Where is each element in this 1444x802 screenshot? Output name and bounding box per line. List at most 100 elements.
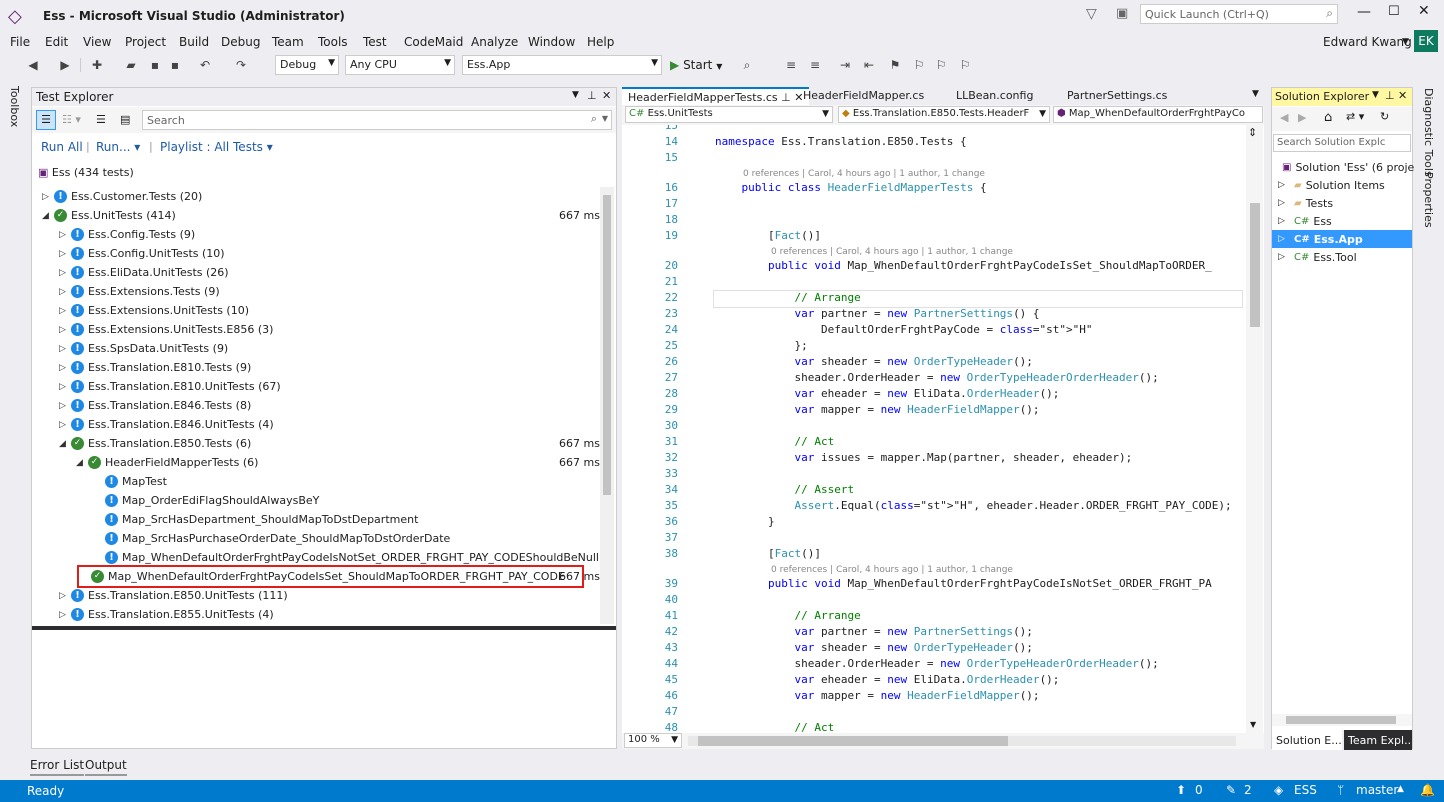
collapsed-arrow-icon[interactable]: ▷: [59, 610, 71, 620]
nav-class-select[interactable]: ◆ Ess.Translation.E850.Tests.HeaderF ▼: [838, 106, 1050, 123]
collapsed-arrow-icon[interactable]: ▷: [1272, 180, 1290, 190]
test-tree-scrollbar[interactable]: [600, 187, 614, 624]
collapsed-arrow-icon[interactable]: ▷: [1272, 216, 1290, 226]
code-line[interactable]: 36 }: [622, 515, 1247, 531]
code-line[interactable]: 28 var eheader = new EliData.OrderHeader…: [622, 387, 1247, 403]
code-line[interactable]: 39 public void Map_WhenDefaultOrderFrght…: [622, 577, 1247, 593]
uncomment-icon[interactable]: ≡: [806, 56, 824, 74]
test-case-row[interactable]: ! Map_WhenDefaultOrderFrghtPayCodeIsNotSe…: [93, 548, 600, 567]
code-line[interactable]: 45 var eheader = new EliData.OrderHeader…: [622, 673, 1247, 689]
feedback-icon[interactable]: ▣: [1116, 6, 1128, 21]
tab-overflow-icon[interactable]: ▼: [1252, 89, 1259, 99]
back-icon[interactable]: ◀: [1280, 111, 1288, 124]
code-line[interactable]: 19 [Fact()]: [622, 229, 1247, 245]
run-menu-link[interactable]: Run... ▾: [96, 140, 140, 154]
menu-codemaid[interactable]: CodeMaid: [404, 35, 463, 49]
test-group-row[interactable]: ▷! Ess.Translation.E810.UnitTests (67): [59, 377, 600, 396]
test-group-row[interactable]: ▷! Ess.Config.Tests (9): [59, 225, 600, 244]
next-bookmark-icon[interactable]: ⚐: [932, 56, 950, 74]
collapsed-arrow-icon[interactable]: ▷: [59, 230, 71, 240]
scroll-down-icon[interactable]: ▼: [1250, 720, 1256, 729]
startup-project-select[interactable]: Ess.App ▼: [462, 55, 662, 75]
test-group-row[interactable]: ▷! Ess.Extensions.Tests (9): [59, 282, 600, 301]
test-group-row[interactable]: ▷! Ess.EliData.UnitTests (26): [59, 263, 600, 282]
code-line[interactable]: 22 // Arrange: [665, 290, 1243, 308]
editor-hscrollbar[interactable]: [688, 736, 1236, 746]
nav-project-select[interactable]: C# Ess.UnitTests ▼: [625, 106, 833, 123]
bookmark-icon[interactable]: ⚑: [886, 56, 904, 74]
prev-bookmark-icon[interactable]: ⚐: [910, 56, 928, 74]
code-line[interactable]: 44 sheader.OrderHeader = new OrderTypeHe…: [622, 657, 1247, 673]
outdent-icon[interactable]: ⇤: [860, 56, 878, 74]
solution-tree-item[interactable]: ▣ Solution 'Ess' (6 projec: [1272, 158, 1420, 176]
scroll-thumb[interactable]: [603, 195, 611, 495]
test-group-row[interactable]: ▷! Ess.Translation.E850.UnitTests (111): [59, 586, 600, 605]
menu-debug[interactable]: Debug: [221, 35, 260, 49]
solution-search-input[interactable]: Search Solution Explc: [1273, 134, 1411, 152]
tab-solution-explorer[interactable]: Solution E...: [1272, 730, 1342, 750]
collapsed-arrow-icon[interactable]: ▷: [59, 268, 71, 278]
menu-build[interactable]: Build: [179, 35, 209, 49]
test-group-row[interactable]: ▷! Ess.Extensions.UnitTests (10): [59, 301, 600, 320]
pin-icon[interactable]: ⊥: [587, 89, 597, 102]
close-icon[interactable]: ✕: [1398, 89, 1407, 102]
code-line[interactable]: 15: [622, 125, 1247, 135]
collapsed-arrow-icon[interactable]: ▷: [1272, 234, 1290, 244]
code-area[interactable]: 15 14 namespace Ess.Translation.E850.Tests…: [622, 125, 1247, 733]
details-divider[interactable]: [32, 626, 616, 630]
new-project-icon[interactable]: ✚: [88, 56, 106, 74]
properties-tab[interactable]: Properties: [1422, 172, 1435, 228]
expanded-arrow-icon[interactable]: ◢: [76, 458, 88, 468]
publish-icon[interactable]: ⬆: [1176, 783, 1186, 797]
test-group-row[interactable]: ◢ ✓ Ess.UnitTests (414): [42, 206, 600, 225]
branch-name[interactable]: master: [1356, 783, 1398, 797]
collapsed-arrow-icon[interactable]: ▷: [59, 420, 71, 430]
solution-tree-item[interactable]: ▷ ▰ Tests: [1272, 194, 1412, 212]
code-line[interactable]: 31 // Act: [622, 435, 1247, 451]
find-icon[interactable]: ⌕: [738, 56, 756, 74]
test-case-row[interactable]: ! Map_OrderEdiFlagShouldAlwaysBeY: [93, 491, 600, 510]
menu-edit[interactable]: Edit: [45, 35, 68, 49]
menu-window[interactable]: Window: [528, 35, 575, 49]
pending-changes-count[interactable]: 2: [1244, 783, 1252, 797]
code-line[interactable]: 21: [622, 275, 1247, 291]
solution-tree-item[interactable]: ▷ ▰ Solution Items: [1272, 176, 1412, 194]
code-line[interactable]: 16 public class HeaderFieldMapperTests {: [622, 181, 1247, 197]
test-group-row[interactable]: ▷! Ess.Config.UnitTests (10): [59, 244, 600, 263]
menu-test[interactable]: Test: [363, 35, 387, 49]
quick-launch-input[interactable]: Quick Launch (Ctrl+Q) ⌕: [1140, 4, 1338, 24]
code-line[interactable]: 14 namespace Ess.Translation.E850.Tests {: [622, 135, 1247, 151]
pin-icon[interactable]: ⊥: [781, 91, 791, 104]
close-button[interactable]: ✕: [1418, 3, 1430, 19]
indent-icon[interactable]: ⇥: [836, 56, 854, 74]
solution-tree-item[interactable]: ▷ C# Ess.Tool: [1272, 248, 1412, 266]
code-line[interactable]: 46 var mapper = new HeaderFieldMapper();: [622, 689, 1247, 705]
split-icon[interactable]: ⇕: [1248, 126, 1257, 139]
columns-icon[interactable]: ☰: [96, 113, 106, 126]
collapsed-arrow-icon[interactable]: ▷: [59, 287, 71, 297]
test-group-row[interactable]: ▷! Ess.SpsData.UnitTests (9): [59, 339, 600, 358]
collapsed-arrow-icon[interactable]: ▷: [42, 192, 54, 202]
collapsed-arrow-icon[interactable]: ▷: [59, 344, 71, 354]
code-line[interactable]: 24 DefaultOrderFrghtPayCode = class="st"…: [622, 323, 1247, 339]
test-case-row[interactable]: ✓ Map_WhenDefaultOrderFrghtPayCodeIsSet_S…: [77, 565, 584, 588]
zoom-select[interactable]: 100 % ▼: [624, 733, 682, 748]
code-line[interactable]: 29 var mapper = new HeaderFieldMapper();: [622, 403, 1247, 419]
undo-icon[interactable]: ↶: [196, 56, 214, 74]
collapsed-arrow-icon[interactable]: ▷: [59, 382, 71, 392]
code-line[interactable]: 33: [622, 467, 1247, 483]
code-line[interactable]: 37: [622, 531, 1247, 547]
sync-icon[interactable]: ⇄ ▾: [1346, 110, 1364, 123]
test-group-row[interactable]: ▷! Ess.Customer.Tests (20): [42, 187, 600, 206]
notifications-icon[interactable]: 🔔: [1420, 783, 1435, 797]
test-group-row[interactable]: ▷! Ess.Extensions.UnitTests.E856 (3): [59, 320, 600, 339]
collapsed-arrow-icon[interactable]: ▷: [1272, 198, 1290, 208]
collapsed-arrow-icon[interactable]: ▷: [59, 306, 71, 316]
solution-tree-item[interactable]: ▷ C# Ess.App: [1272, 230, 1412, 248]
unpublished-count[interactable]: 0: [1195, 783, 1203, 797]
repo-name[interactable]: ESS: [1294, 783, 1317, 797]
code-line[interactable]: 32 var issues = mapper.Map(partner, shea…: [622, 451, 1247, 467]
save-all-icon[interactable]: ▪: [166, 56, 184, 74]
start-button[interactable]: ▶ Start ▼: [670, 58, 722, 72]
editor-vscrollbar[interactable]: ⇕ ▼: [1246, 125, 1263, 733]
